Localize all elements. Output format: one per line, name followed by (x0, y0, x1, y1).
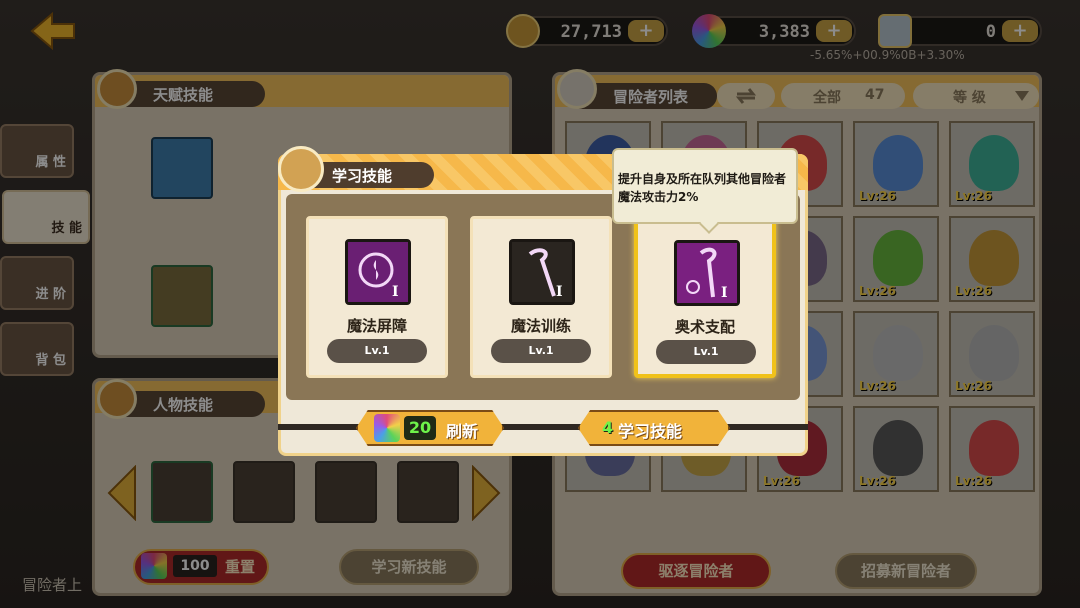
refresh-label: 刷新 (446, 422, 479, 441)
refresh-button[interactable]: 20 刷新 (356, 410, 504, 446)
skill-card-3[interactable]: I 奥术支配 Lv.1 (634, 216, 776, 378)
arcane-staff-icon: I (674, 240, 740, 306)
svg-text:I: I (556, 284, 563, 300)
learn-count: 4 (602, 418, 614, 437)
staff-icon: I (509, 239, 575, 305)
skill-card-2[interactable]: I 魔法训练 Lv.1 (470, 216, 612, 378)
book-icon (278, 146, 324, 192)
skill-tooltip: 提升自身及所在队列其他冒险者魔法攻击力2% (612, 148, 798, 234)
magic-shield-icon: I (345, 239, 411, 305)
tooltip-text: 提升自身及所在队列其他冒险者魔法攻击力2% (618, 172, 787, 204)
skill-level: Lv.1 (491, 339, 591, 363)
skill-level: Lv.1 (656, 340, 756, 364)
skill-card-1[interactable]: I 魔法屏障 Lv.1 (306, 216, 448, 378)
skill-name: 魔法屏障 (346, 317, 407, 335)
svg-text:I: I (721, 285, 728, 301)
rainbow-gem-icon (374, 414, 400, 442)
learn-label: 学习技能 (618, 422, 683, 441)
skill-choice-area: I 魔法屏障 Lv.1 I 魔法训练 Lv.1 I 奥术支配 Lv.1 (286, 194, 800, 400)
skill-name: 奥术支配 (674, 318, 735, 336)
skill-level: Lv.1 (327, 339, 427, 363)
learn-skill-button[interactable]: 4 学习技能 (578, 410, 730, 446)
refresh-cost: 20 (404, 416, 436, 440)
svg-text:I: I (392, 284, 399, 300)
skill-name: 魔法训练 (510, 317, 571, 335)
